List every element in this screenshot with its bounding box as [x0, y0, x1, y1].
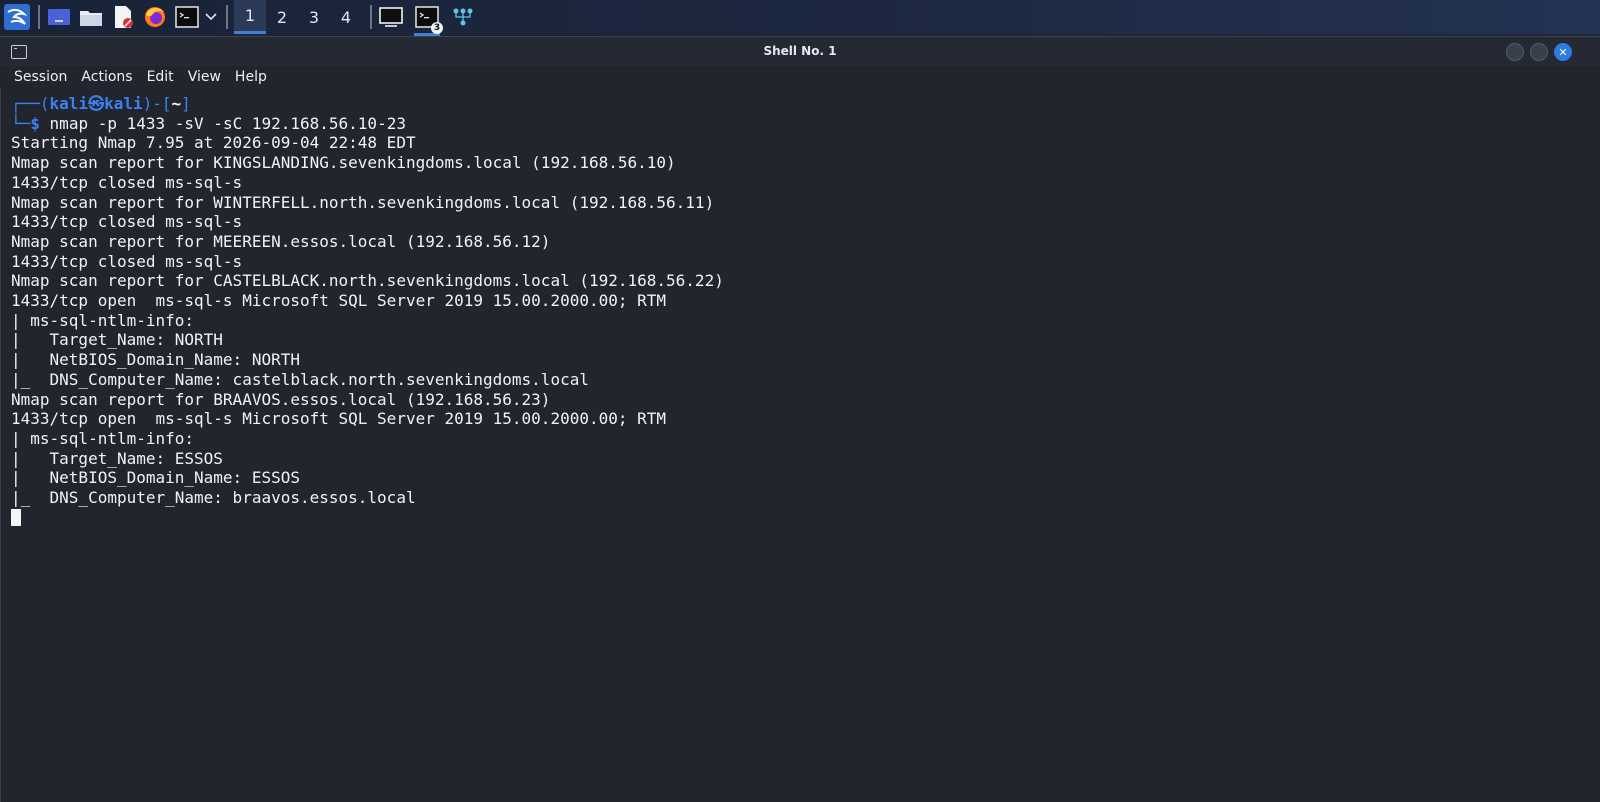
prompt-at-icon: ㉿ — [88, 94, 105, 113]
window-titlebar[interactable]: Shell No. 1 ✕ — [0, 36, 1600, 67]
workspace-label: 3 — [308, 7, 320, 27]
output-line: | ms-sql-ntlm-info: — [11, 428, 195, 448]
output-line: 1433/tcp closed ms-sql-s — [11, 172, 243, 192]
prompt-line-2: └─$ nmap -p 1433 -sV -sC 192.168.56.10-2… — [11, 113, 406, 133]
output-line: |_ DNS_Computer_Name: castelblack.north.… — [11, 369, 589, 389]
terminal-launcher-icon[interactable] — [174, 4, 200, 30]
menu-edit[interactable]: Edit — [147, 69, 174, 85]
show-desktop-icon[interactable] — [46, 4, 72, 30]
output-line: | NetBIOS_Domain_Name: NORTH — [11, 350, 300, 370]
close-icon: ✕ — [1558, 45, 1568, 59]
terminal-task-icon[interactable]: 3 — [414, 2, 443, 36]
output-line: 1433/tcp closed ms-sql-s — [11, 251, 243, 271]
window-title: Shell No. 1 — [763, 44, 837, 58]
output-line: Nmap scan report for WINTERFELL.north.se… — [11, 192, 715, 212]
output-line: 1433/tcp open ms-sql-s Microsoft SQL Ser… — [11, 291, 667, 311]
workspace-4[interactable]: 4 — [330, 0, 362, 34]
panel-separator — [38, 5, 40, 29]
menu-view[interactable]: View — [188, 69, 221, 85]
cursor-line — [11, 508, 724, 528]
task-count-badge: 3 — [431, 21, 443, 34]
firefox-icon[interactable] — [142, 4, 168, 30]
output-line: Nmap scan report for MEEREEN.essos.local… — [11, 231, 551, 251]
kali-menu-icon[interactable] — [4, 4, 30, 30]
network-icon[interactable] — [450, 4, 476, 30]
maximize-button[interactable] — [1530, 43, 1548, 61]
output-line: | ms-sql-ntlm-info: — [11, 310, 195, 330]
menu-help[interactable]: Help — [235, 69, 267, 85]
workspace-1[interactable]: 1 — [234, 0, 266, 34]
output-line: | NetBIOS_Domain_Name: ESSOS — [11, 468, 300, 488]
output-line: Starting Nmap 7.95 at 2026-09-04 22:48 E… — [11, 133, 416, 153]
minimize-button[interactable] — [1506, 43, 1524, 61]
output-line: 1433/tcp closed ms-sql-s — [11, 212, 243, 232]
workspace-3[interactable]: 3 — [298, 0, 330, 34]
menu-bar: Session Actions Edit View Help — [0, 66, 1600, 88]
panel-separator — [370, 5, 372, 29]
output-line: 1433/tcp open ms-sql-s Microsoft SQL Ser… — [11, 409, 667, 429]
top-panel: 1 2 3 4 3 — [0, 0, 1600, 36]
terminal-area[interactable]: ┌──(kali㉿kali)-[~] └─$ nmap -p 1433 -sV -… — [0, 88, 1600, 802]
prompt-user: kali — [49, 94, 89, 113]
prompt-host: kali — [104, 94, 143, 113]
workspace-label: 4 — [340, 7, 352, 27]
output-line: Nmap scan report for BRAAVOS.essos.local… — [11, 389, 551, 409]
output-line: | Target_Name: NORTH — [11, 330, 223, 350]
prompt-line-1: ┌──(kali㉿kali)-[~] — [11, 94, 191, 113]
terminal-output: ┌──(kali㉿kali)-[~] └─$ nmap -p 1433 -sV -… — [11, 94, 724, 527]
chevron-down-icon[interactable] — [204, 4, 218, 30]
workspace-2[interactable]: 2 — [266, 0, 298, 34]
output-line: | Target_Name: ESSOS — [11, 448, 223, 468]
text-editor-icon[interactable] — [110, 4, 136, 30]
prompt-dir: ~ — [171, 94, 182, 113]
file-manager-icon[interactable] — [78, 4, 104, 30]
workspace-label: 2 — [276, 7, 288, 27]
menu-session[interactable]: Session — [14, 69, 67, 85]
command-text: nmap -p 1433 -sV -sC 192.168.56.10-23 — [49, 113, 406, 133]
text-cursor — [11, 508, 21, 526]
output-line: Nmap scan report for KINGSLANDING.sevenk… — [11, 153, 676, 173]
menu-actions[interactable]: Actions — [81, 69, 132, 85]
prompt-symbol: $ — [30, 113, 40, 133]
output-line: |_ DNS_Computer_Name: braavos.essos.loca… — [11, 488, 416, 508]
close-button[interactable]: ✕ — [1554, 43, 1572, 61]
workspace-label: 1 — [244, 6, 256, 25]
command-output: Starting Nmap 7.95 at 2026-09-04 22:48 E… — [11, 133, 724, 507]
window-task-icon[interactable] — [378, 4, 404, 30]
panel-separator — [226, 5, 228, 29]
output-line: Nmap scan report for CASTELBLACK.north.s… — [11, 271, 724, 291]
